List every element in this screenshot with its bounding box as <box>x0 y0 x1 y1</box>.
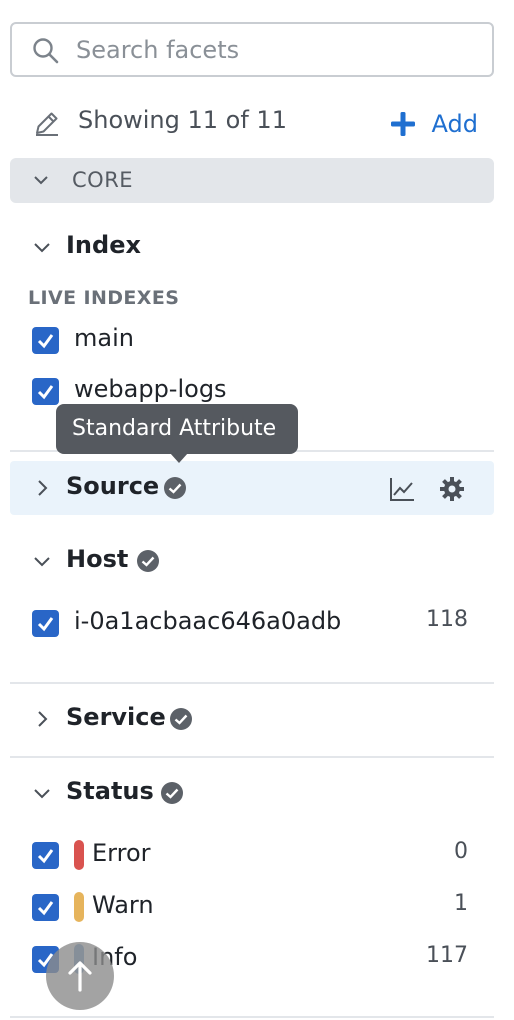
pencil-icon[interactable] <box>32 108 62 138</box>
facet-value-row[interactable]: i-0a1acbaac646a0adb 118 <box>32 604 478 644</box>
facet-value-row[interactable]: main <box>32 321 478 361</box>
facet-actions <box>388 475 466 503</box>
add-facet-button[interactable]: Add <box>390 104 478 144</box>
facet-host-header[interactable]: Host <box>10 534 494 588</box>
facet-toolbar: Showing 11 of 11 Add <box>32 104 478 144</box>
chevron-down-icon <box>34 243 50 253</box>
section-label: CORE <box>72 168 134 192</box>
facet-name: Service <box>66 703 166 731</box>
facet-source-header[interactable]: Source <box>10 461 494 515</box>
facet-value-label: webapp-logs <box>74 375 227 403</box>
facet-index-header[interactable]: Index <box>10 220 494 274</box>
facet-value-count: 1 <box>454 891 468 916</box>
verified-check-icon[interactable] <box>169 707 193 731</box>
arrow-up-icon <box>68 961 92 992</box>
facet-value-label: i-0a1acbaac646a0adb <box>74 607 342 635</box>
facet-name: Index <box>66 231 141 259</box>
facet-value-row[interactable]: Error 0 <box>32 836 478 876</box>
facet-value-row[interactable]: Warn 1 <box>32 888 478 928</box>
scroll-to-top-button[interactable] <box>46 942 114 1010</box>
facet-status-header[interactable]: Status <box>10 766 494 820</box>
verified-check-icon[interactable] <box>136 549 160 573</box>
search-icon <box>33 38 59 64</box>
facet-value-label: Warn <box>92 891 154 919</box>
facet-name: Source <box>66 472 160 500</box>
chevron-down-icon <box>34 789 50 799</box>
facet-value-count: 0 <box>454 839 468 864</box>
checkbox[interactable] <box>32 378 59 405</box>
chart-icon[interactable] <box>388 475 416 503</box>
facet-value-label: Error <box>92 839 151 867</box>
verified-check-icon[interactable] <box>163 476 187 500</box>
facet-value-count: 117 <box>426 943 468 968</box>
chevron-down-icon <box>34 557 50 567</box>
checkmark-icon <box>37 617 54 632</box>
facet-name: Host <box>66 545 129 573</box>
chevron-right-icon <box>38 480 48 496</box>
status-color-error <box>74 840 84 870</box>
checkbox[interactable] <box>32 894 59 921</box>
search-facets-input[interactable]: Search facets <box>10 22 494 77</box>
add-label: Add <box>431 110 478 138</box>
checkbox[interactable] <box>32 610 59 637</box>
live-indexes-label: LIVE INDEXES <box>28 287 180 309</box>
checkmark-icon <box>37 849 54 864</box>
checkmark-icon <box>37 901 54 916</box>
chevron-right-icon <box>38 711 48 727</box>
facet-value-label: main <box>74 324 134 352</box>
status-color-warn <box>74 892 84 922</box>
tooltip-arrow <box>170 453 188 463</box>
checkbox[interactable] <box>32 327 59 354</box>
checkbox[interactable] <box>32 842 59 869</box>
gear-icon[interactable] <box>438 475 466 503</box>
facet-service-header[interactable]: Service <box>10 692 494 746</box>
checkmark-icon <box>37 334 54 349</box>
divider <box>10 682 494 684</box>
divider <box>10 1016 494 1018</box>
verified-check-icon[interactable] <box>160 781 184 805</box>
showing-count-text: Showing 11 of 11 <box>78 106 287 134</box>
chevron-down-icon <box>34 176 48 185</box>
divider <box>10 756 494 758</box>
facet-value-count: 118 <box>426 607 468 632</box>
plus-icon <box>390 112 415 136</box>
tooltip-text: Standard Attribute <box>72 416 277 441</box>
facet-name: Status <box>66 777 154 805</box>
standard-attribute-tooltip: Standard Attribute <box>56 404 298 463</box>
checkmark-icon <box>37 385 54 400</box>
search-placeholder: Search facets <box>76 36 240 64</box>
section-core-header[interactable]: CORE <box>10 158 494 203</box>
